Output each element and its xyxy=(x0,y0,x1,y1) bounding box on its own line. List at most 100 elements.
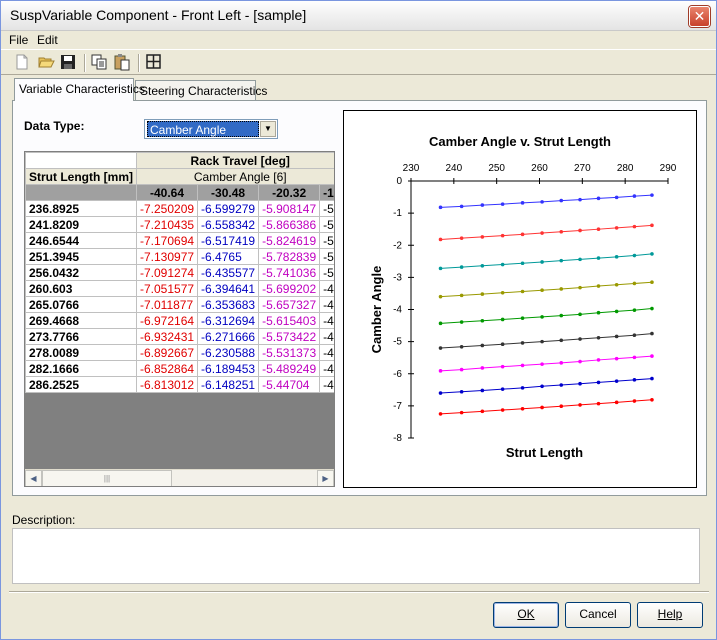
scroll-right-icon[interactable]: ▶ xyxy=(317,470,334,486)
table-cell[interactable]: -5. xyxy=(319,200,334,217)
table-cell[interactable]: -5.657327 xyxy=(258,296,321,313)
data-point xyxy=(520,341,525,345)
table-cell[interactable]: -5. xyxy=(319,216,334,233)
row-label[interactable]: 246.6544 xyxy=(25,232,137,249)
row-label[interactable]: 269.4668 xyxy=(25,312,137,329)
table-cell[interactable]: -6.435577 xyxy=(197,264,260,281)
table-cell[interactable]: -7.130977 xyxy=(135,248,199,265)
table-cell[interactable]: -5.615403 xyxy=(258,312,321,329)
open-button[interactable] xyxy=(37,53,57,73)
table-cell[interactable]: -5.741036 xyxy=(258,264,321,281)
table-cell[interactable]: -4. xyxy=(319,344,334,361)
table-cell[interactable]: -5. xyxy=(319,232,334,249)
data-grid[interactable]: Rack Travel [deg] Strut Length [mm] Camb… xyxy=(24,151,335,487)
table-cell[interactable]: -6.312694 xyxy=(197,312,260,329)
new-button[interactable] xyxy=(13,53,33,73)
table-cell[interactable]: -5.489249 xyxy=(258,360,321,377)
row-label[interactable]: 286.2525 xyxy=(25,376,137,393)
table-cell[interactable]: -6.189453 xyxy=(197,360,260,377)
x-tick-label: 270 xyxy=(574,163,591,174)
data-point xyxy=(614,195,619,200)
table-cell[interactable]: -6.148251 xyxy=(197,376,260,393)
tab-steering-characteristics[interactable]: Steering Characteristics xyxy=(135,80,267,100)
table-cell[interactable]: -6.932431 xyxy=(135,328,199,345)
open-icon xyxy=(38,57,55,68)
table-cell[interactable]: -4. xyxy=(319,296,334,313)
row-label[interactable]: 241.8209 xyxy=(25,216,137,233)
scroll-left-icon[interactable]: ◀ xyxy=(25,470,42,486)
horizontal-scrollbar[interactable]: ◀ ||| ▶ xyxy=(25,469,334,486)
menu-file[interactable]: File xyxy=(9,33,28,47)
x-tick-label: 230 xyxy=(403,163,420,174)
table-cell[interactable]: -5.573422 xyxy=(258,328,321,345)
table-cell[interactable]: -4. xyxy=(319,312,334,329)
row-label[interactable]: 273.7766 xyxy=(25,328,137,345)
table-cell[interactable]: -5.782839 xyxy=(258,248,321,265)
table-cell[interactable]: -4. xyxy=(319,280,334,297)
table-cell[interactable]: -5.44704 xyxy=(258,376,321,393)
copy-button[interactable] xyxy=(90,53,110,73)
table-cell[interactable]: -5.866386 xyxy=(258,216,321,233)
table-cell[interactable]: -5.824619 xyxy=(258,232,321,249)
column-header[interactable]: -10 xyxy=(319,184,334,201)
table-cell[interactable]: -6.4765 xyxy=(197,248,260,265)
table-cell[interactable]: -5.531373 xyxy=(258,344,321,361)
chart-panel: Camber Angle v. Strut Length 230 240 250 260… xyxy=(343,110,697,488)
table-cell[interactable]: -6.599279 xyxy=(197,200,260,217)
data-point xyxy=(632,355,637,360)
close-button[interactable]: ✕ xyxy=(689,6,710,27)
row-label[interactable]: 265.0766 xyxy=(25,296,137,313)
row-label[interactable]: 236.8925 xyxy=(25,200,137,217)
data-point xyxy=(520,386,525,390)
row-label[interactable]: 278.0089 xyxy=(25,344,137,361)
table-cell[interactable]: -7.051577 xyxy=(135,280,199,297)
ok-button[interactable]: OK xyxy=(493,602,559,628)
table-cell[interactable]: -7.250209 xyxy=(135,200,199,217)
table-cell[interactable]: -7.170694 xyxy=(135,232,199,249)
y-tick-label: -6 xyxy=(393,369,402,380)
grid-button[interactable] xyxy=(145,53,165,73)
table-cell[interactable]: -6.230588 xyxy=(197,344,260,361)
help-button[interactable]: Help xyxy=(637,602,703,628)
table-cell[interactable]: -6.394641 xyxy=(197,280,260,297)
row-label[interactable]: 251.3945 xyxy=(25,248,137,265)
table-cell[interactable]: -6.852864 xyxy=(135,360,199,377)
table-cell[interactable]: -7.011877 xyxy=(135,296,199,313)
table-cell[interactable]: -6.517419 xyxy=(197,232,260,249)
column-header[interactable]: -30.48 xyxy=(197,184,260,201)
table-row: 265.0766-7.011877-6.353683-5.657327-4. xyxy=(25,296,334,313)
table-cell[interactable]: -6.353683 xyxy=(197,296,260,313)
table-cell[interactable]: -4. xyxy=(319,328,334,345)
table-cell[interactable]: -7.091274 xyxy=(135,264,199,281)
table-cell[interactable]: -5.908147 xyxy=(258,200,321,217)
column-header[interactable]: -20.32 xyxy=(258,184,321,201)
column-header[interactable]: -40.64 xyxy=(135,184,199,201)
row-label[interactable]: 260.603 xyxy=(25,280,137,297)
description-textarea[interactable] xyxy=(12,528,700,584)
table-cell[interactable]: -6.813012 xyxy=(135,376,199,393)
paste-button[interactable] xyxy=(113,53,133,73)
data-type-select[interactable]: Camber Angle ▼ xyxy=(144,119,278,139)
dropdown-arrow-icon[interactable]: ▼ xyxy=(260,121,276,137)
table-cell[interactable]: -5. xyxy=(319,248,334,265)
tab-variable-characteristics[interactable]: Variable Characteristics xyxy=(14,78,145,101)
row-label[interactable]: 256.0432 xyxy=(25,264,137,281)
table-cell[interactable]: -5.699202 xyxy=(258,280,321,297)
table-row: 260.603-7.051577-6.394641-5.699202-4. xyxy=(25,280,334,297)
table-cell[interactable]: -4. xyxy=(319,376,334,393)
table-cell[interactable]: -6.972164 xyxy=(135,312,199,329)
cancel-button[interactable]: Cancel xyxy=(565,602,631,628)
table-cell[interactable]: -4. xyxy=(319,360,334,377)
table-cell[interactable]: -6.558342 xyxy=(197,216,260,233)
table-cell[interactable]: -6.892667 xyxy=(135,344,199,361)
data-point xyxy=(578,228,582,233)
menu-edit[interactable]: Edit xyxy=(37,33,58,47)
save-button[interactable] xyxy=(59,53,79,73)
scroll-thumb[interactable]: ||| xyxy=(42,470,172,486)
table-cell[interactable]: -7.210435 xyxy=(135,216,199,233)
window-title: SuspVariable Component - Front Left - [s… xyxy=(10,7,307,23)
table-cell[interactable]: -6.271666 xyxy=(197,328,260,345)
row-label[interactable]: 282.1666 xyxy=(25,360,137,377)
table-cell[interactable]: -5. xyxy=(319,264,334,281)
toolbar-separator xyxy=(84,54,86,72)
